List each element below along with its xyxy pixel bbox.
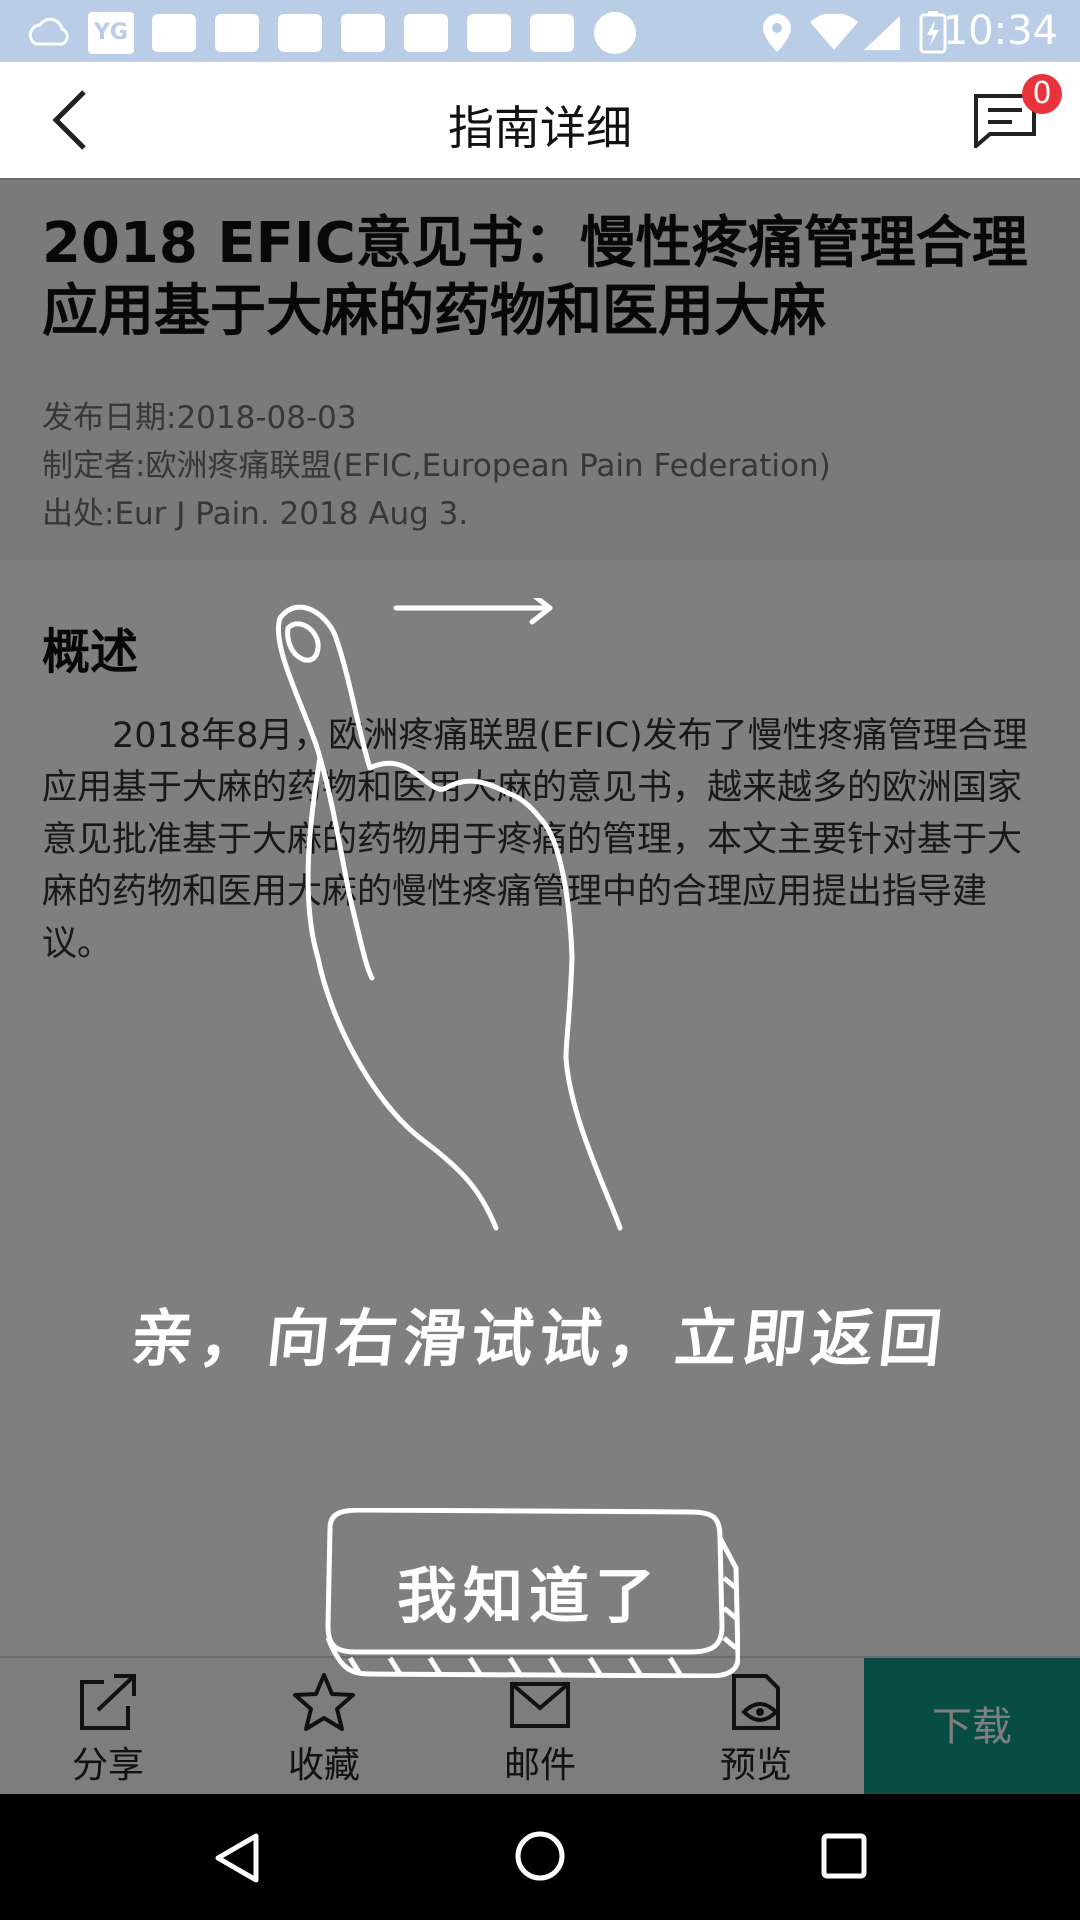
nav-back-icon[interactable]: [212, 1832, 262, 1884]
notification-icon: [215, 14, 259, 52]
message-badge: 0: [1022, 74, 1062, 114]
status-bar: YG 10:34: [0, 0, 1080, 62]
page-title: 指南详细: [448, 101, 632, 155]
notification-icon: [152, 14, 196, 52]
swipe-tutorial-overlay[interactable]: 亲，向右滑试试，立即返回 我知道了: [0, 178, 1080, 1794]
notification-app-icon: YG: [88, 12, 134, 54]
signal-icon: [864, 16, 900, 50]
weather-icon: [28, 17, 69, 46]
notification-icon: [530, 14, 574, 52]
got-it-label: 我知道了: [397, 1562, 661, 1632]
system-nav-bar: [0, 1794, 1080, 1920]
notification-icon: [278, 14, 322, 52]
notification-icon: [467, 14, 511, 52]
notification-icon: [341, 14, 385, 52]
nav-recents-icon[interactable]: [820, 1832, 868, 1880]
nav-home-icon[interactable]: [514, 1830, 566, 1882]
notification-dot-icon: [594, 12, 636, 54]
notification-icon: [404, 14, 448, 52]
app-bar: 指南详细 0: [0, 62, 1080, 180]
wifi-icon: [810, 14, 858, 50]
swipe-hint-text: 亲，向右滑试试，立即返回: [127, 1302, 952, 1375]
location-icon: [763, 14, 791, 52]
status-time: 10:34: [942, 8, 1058, 54]
